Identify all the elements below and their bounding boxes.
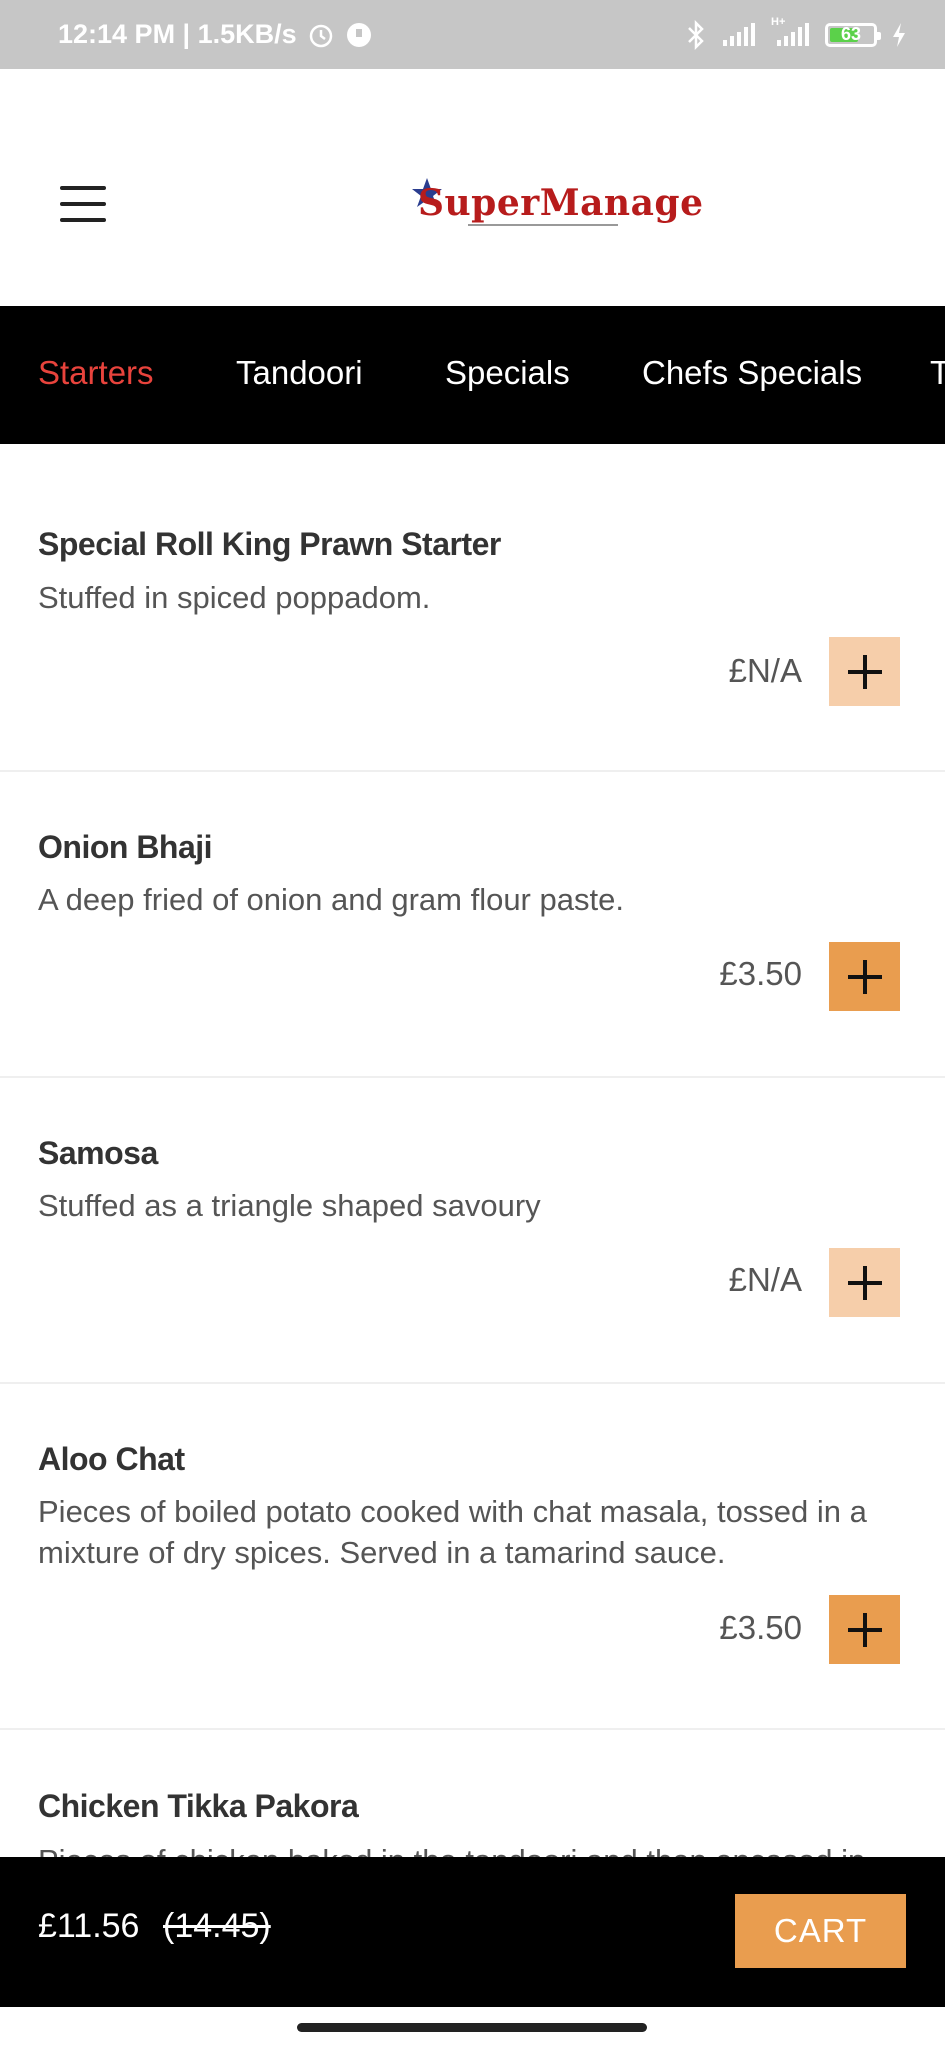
item-description: Stuffed in spiced poppadom. bbox=[38, 580, 431, 615]
menu-item: Special Roll King Prawn Starter Stuffed … bbox=[0, 444, 945, 772]
item-price: £N/A bbox=[728, 652, 802, 689]
item-name: Samosa bbox=[38, 1135, 158, 1171]
add-to-cart-button[interactable] bbox=[829, 942, 900, 1011]
item-name: Aloo Chat bbox=[38, 1441, 185, 1477]
add-to-cart-button[interactable] bbox=[829, 1248, 900, 1317]
add-to-cart-button[interactable] bbox=[829, 1595, 900, 1664]
battery-icon: 63 bbox=[825, 22, 881, 47]
home-indicator[interactable] bbox=[297, 2023, 647, 2032]
signal-icon bbox=[721, 22, 757, 48]
tab-next-category[interactable]: T bbox=[930, 354, 945, 392]
charging-icon bbox=[891, 22, 907, 48]
menu-icon-bar bbox=[60, 202, 106, 206]
status-bar: 12:14 PM | 1.5KB/s H+ 63 bbox=[0, 0, 945, 69]
category-nav: Starters Tandoori Specials Chefs Special… bbox=[0, 306, 945, 444]
tab-tandoori[interactable]: Tandoori bbox=[236, 354, 363, 392]
bluetooth-icon bbox=[685, 19, 707, 50]
cart-original-total: (14.45) bbox=[163, 1907, 271, 1945]
status-right: H+ 63 bbox=[685, 16, 907, 50]
item-name: Onion Bhaji bbox=[38, 829, 213, 865]
plus-icon bbox=[847, 654, 882, 689]
plus-icon bbox=[847, 1612, 882, 1647]
item-description: Pieces of boiled potato cooked with chat… bbox=[38, 1494, 867, 1570]
item-name: Special Roll King Prawn Starter bbox=[38, 526, 501, 562]
cart-total: £11.56 bbox=[38, 1907, 140, 1945]
battery-level: 63 bbox=[840, 24, 862, 44]
plus-icon bbox=[847, 959, 882, 994]
tab-starters[interactable]: Starters bbox=[38, 354, 154, 392]
item-price: £3.50 bbox=[719, 955, 802, 992]
logo-underline bbox=[468, 224, 618, 226]
item-description: A deep fried of onion and gram flour pas… bbox=[38, 882, 624, 917]
item-price: £3.50 bbox=[719, 1609, 802, 1646]
signal-hplus-icon: H+ bbox=[771, 16, 811, 48]
plus-icon bbox=[847, 1265, 882, 1300]
item-description: Stuffed as a triangle shaped savoury bbox=[38, 1188, 541, 1223]
app-header: SuperManage bbox=[0, 69, 945, 306]
menu-item: Samosa Stuffed as a triangle shaped savo… bbox=[0, 1078, 945, 1384]
logo-text: SuperManage bbox=[418, 182, 704, 224]
menu-icon-bar bbox=[60, 218, 106, 222]
alarm-icon bbox=[307, 21, 335, 49]
tab-chefs-specials[interactable]: Chefs Specials bbox=[642, 354, 862, 392]
menu-icon-bar bbox=[60, 186, 106, 190]
app-notification-icon bbox=[345, 21, 373, 49]
add-to-cart-button[interactable] bbox=[829, 637, 900, 706]
item-price: £N/A bbox=[728, 1261, 802, 1298]
status-time: 12:14 PM | 1.5KB/s bbox=[58, 19, 297, 49]
menu-item: Onion Bhaji A deep fried of onion and gr… bbox=[0, 772, 945, 1078]
network-type-label: H+ bbox=[771, 15, 786, 28]
cart-bar: £11.56 (14.45) CART bbox=[0, 1857, 945, 2007]
brand-logo[interactable]: SuperManage bbox=[410, 176, 703, 236]
item-name: Chicken Tikka Pakora bbox=[38, 1788, 359, 1824]
tab-specials[interactable]: Specials bbox=[445, 354, 570, 392]
menu-item: Aloo Chat Pieces of boiled potato cooked… bbox=[0, 1384, 945, 1730]
cart-button[interactable]: CART bbox=[735, 1894, 906, 1968]
menu-icon[interactable] bbox=[60, 186, 106, 222]
status-left: 12:14 PM | 1.5KB/s bbox=[58, 19, 373, 50]
